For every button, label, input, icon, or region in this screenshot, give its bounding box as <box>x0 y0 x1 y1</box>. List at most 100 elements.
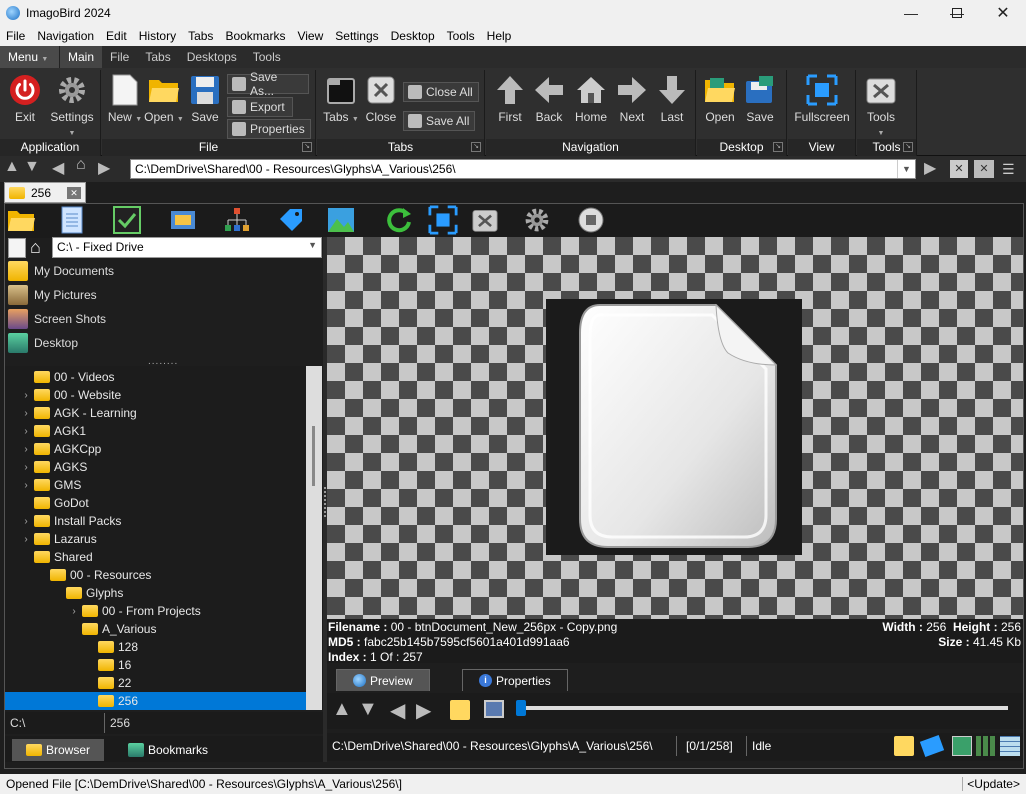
add-folder-icon[interactable] <box>894 736 914 756</box>
tree-scrollbar[interactable] <box>306 366 322 710</box>
expand-chevron-icon[interactable]: › <box>22 408 30 419</box>
expand-chevron-icon[interactable]: › <box>22 462 30 473</box>
next-button[interactable]: Next <box>610 74 654 124</box>
tree-node[interactable]: › 00 - From Projects <box>70 602 200 620</box>
update-link[interactable]: <Update> <box>962 777 1020 791</box>
tree-node[interactable]: › GMS <box>22 476 81 494</box>
viewer-settings-icon[interactable] <box>522 205 552 235</box>
minimize-button[interactable]: — <box>888 0 934 26</box>
expand-chevron-icon[interactable]: › <box>22 390 30 401</box>
tree-scrollbar-thumb[interactable] <box>312 426 315 486</box>
desktop-save-button[interactable]: Save <box>738 74 782 124</box>
document-tab[interactable]: 256 ✕ <box>4 182 86 203</box>
nav-home-icon[interactable]: ⌂ <box>76 156 86 174</box>
nav-forward-icon[interactable]: ▶ <box>98 158 110 178</box>
menu-tabs[interactable]: Tabs <box>182 29 219 43</box>
fullscreen-button[interactable]: Fullscreen <box>790 74 854 124</box>
tree-node[interactable]: Glyphs <box>54 584 123 602</box>
desktop-group-launcher[interactable]: ↘ <box>773 142 783 152</box>
slideshow-icon[interactable] <box>484 700 504 718</box>
ribbon-menu-button[interactable]: Menu ▼ <box>0 46 60 68</box>
tree-node[interactable]: 22 <box>86 674 131 692</box>
tree-node[interactable]: › Install Packs <box>22 512 121 530</box>
close-window-button[interactable]: ✕ <box>980 0 1026 26</box>
tree-node[interactable]: › AGKCpp <box>22 440 101 458</box>
tab-bookmarks[interactable]: Bookmarks <box>114 739 222 761</box>
image-slider[interactable] <box>516 700 1008 716</box>
drive-select[interactable]: C:\ - Fixed Drive ▼ <box>52 237 322 258</box>
image-slider-knob[interactable] <box>516 700 526 716</box>
close-tab-icon[interactable]: ✕ <box>67 186 81 199</box>
expand-chevron-icon[interactable]: › <box>22 444 30 455</box>
quick-my-pictures[interactable]: My Pictures <box>8 284 97 306</box>
prev-image-icon[interactable]: ◀ <box>390 698 405 723</box>
tag-icon[interactable] <box>276 205 306 235</box>
go-icon[interactable]: ▶ <box>924 158 936 178</box>
tab-main[interactable]: Main <box>60 46 103 68</box>
thumbnail-view-icon[interactable] <box>952 736 972 756</box>
menu-history[interactable]: History <box>133 29 182 43</box>
hierarchy-icon[interactable] <box>222 205 252 235</box>
tree-node[interactable]: 00 - Resources <box>38 566 151 584</box>
address-dropdown-icon[interactable]: ▼ <box>897 160 915 178</box>
menu-desktop[interactable]: Desktop <box>385 29 441 43</box>
expand-chevron-icon[interactable]: › <box>70 606 78 617</box>
menu-view[interactable]: View <box>291 29 329 43</box>
tree-node[interactable]: › 00 - Website <box>22 386 121 404</box>
close-all-paths-icon[interactable]: ✕ <box>974 160 994 178</box>
gallery-icon[interactable] <box>168 205 198 235</box>
expand-chevron-icon[interactable]: › <box>22 534 30 545</box>
fit-screen-icon[interactable] <box>428 205 458 235</box>
open-button[interactable]: Open ▼ <box>142 74 186 124</box>
next-image-icon[interactable]: ▶ <box>416 698 431 723</box>
document-list-icon[interactable] <box>56 205 86 235</box>
menu-bookmarks[interactable]: Bookmarks <box>219 29 291 43</box>
export-button[interactable]: Export <box>227 97 293 117</box>
expand-chevron-icon[interactable]: › <box>22 480 30 491</box>
tabs-group-launcher[interactable]: ↘ <box>471 142 481 152</box>
nav-up-icon[interactable]: ▲ <box>4 158 20 176</box>
menu-help[interactable]: Help <box>481 29 518 43</box>
grid-view-icon[interactable] <box>976 736 996 756</box>
settings-button[interactable]: Settings ▼ <box>50 74 94 138</box>
properties-button[interactable]: Properties <box>227 119 311 139</box>
close-path-icon[interactable]: ✕ <box>950 160 968 178</box>
tree-node[interactable]: 00 - Videos <box>22 368 115 386</box>
menu-settings[interactable]: Settings <box>329 29 384 43</box>
tree-node[interactable]: GoDot <box>22 494 89 512</box>
tree-node[interactable]: 256 <box>86 692 138 710</box>
desktop-open-button[interactable]: Open <box>698 74 742 124</box>
tree-node[interactable]: › AGK - Learning <box>22 404 136 422</box>
tabs-button[interactable]: Tabs ▼ <box>319 74 363 124</box>
menu-file[interactable]: File <box>0 29 31 43</box>
expand-chevron-icon[interactable]: › <box>22 426 30 437</box>
tree-node[interactable]: › AGK1 <box>22 422 86 440</box>
list-view-icon[interactable] <box>1000 736 1020 756</box>
last-button[interactable]: Last <box>650 74 694 124</box>
address-input[interactable]: C:\DemDrive\Shared\00 - Resources\Glyphs… <box>130 159 916 179</box>
tab-tabs[interactable]: Tabs <box>137 46 178 68</box>
refresh-icon[interactable] <box>384 205 414 235</box>
add-to-folder-icon[interactable] <box>450 700 470 720</box>
tab-preview[interactable]: Preview <box>336 669 430 691</box>
close-tab-button[interactable]: Close <box>359 74 403 124</box>
menu-tools[interactable]: Tools <box>441 29 481 43</box>
quick-my-documents[interactable]: My Documents <box>8 260 114 282</box>
nav-back-icon[interactable]: ◀ <box>52 158 64 178</box>
tab-tools[interactable]: Tools <box>245 46 289 68</box>
check-icon[interactable] <box>112 205 142 235</box>
save-all-button[interactable]: Save All <box>403 111 475 131</box>
open-folder-icon[interactable] <box>6 205 36 235</box>
tree-node[interactable]: A_Various <box>70 620 156 638</box>
list-menu-icon[interactable]: ☰ <box>1002 160 1022 178</box>
tools-button[interactable]: Tools ▼ <box>859 74 903 138</box>
nav-down-icon[interactable]: ▼ <box>24 158 40 176</box>
tab-desktops[interactable]: Desktops <box>179 46 245 68</box>
home-button[interactable]: Home <box>569 74 613 124</box>
tools-group-launcher[interactable]: ↘ <box>903 142 913 152</box>
tree-node[interactable]: › Lazarus <box>22 530 96 548</box>
last-image-icon[interactable]: ▼ <box>358 698 378 721</box>
image-icon[interactable] <box>326 205 356 235</box>
tree-node[interactable]: › AGKS <box>22 458 87 476</box>
file-group-launcher[interactable]: ↘ <box>302 142 312 152</box>
